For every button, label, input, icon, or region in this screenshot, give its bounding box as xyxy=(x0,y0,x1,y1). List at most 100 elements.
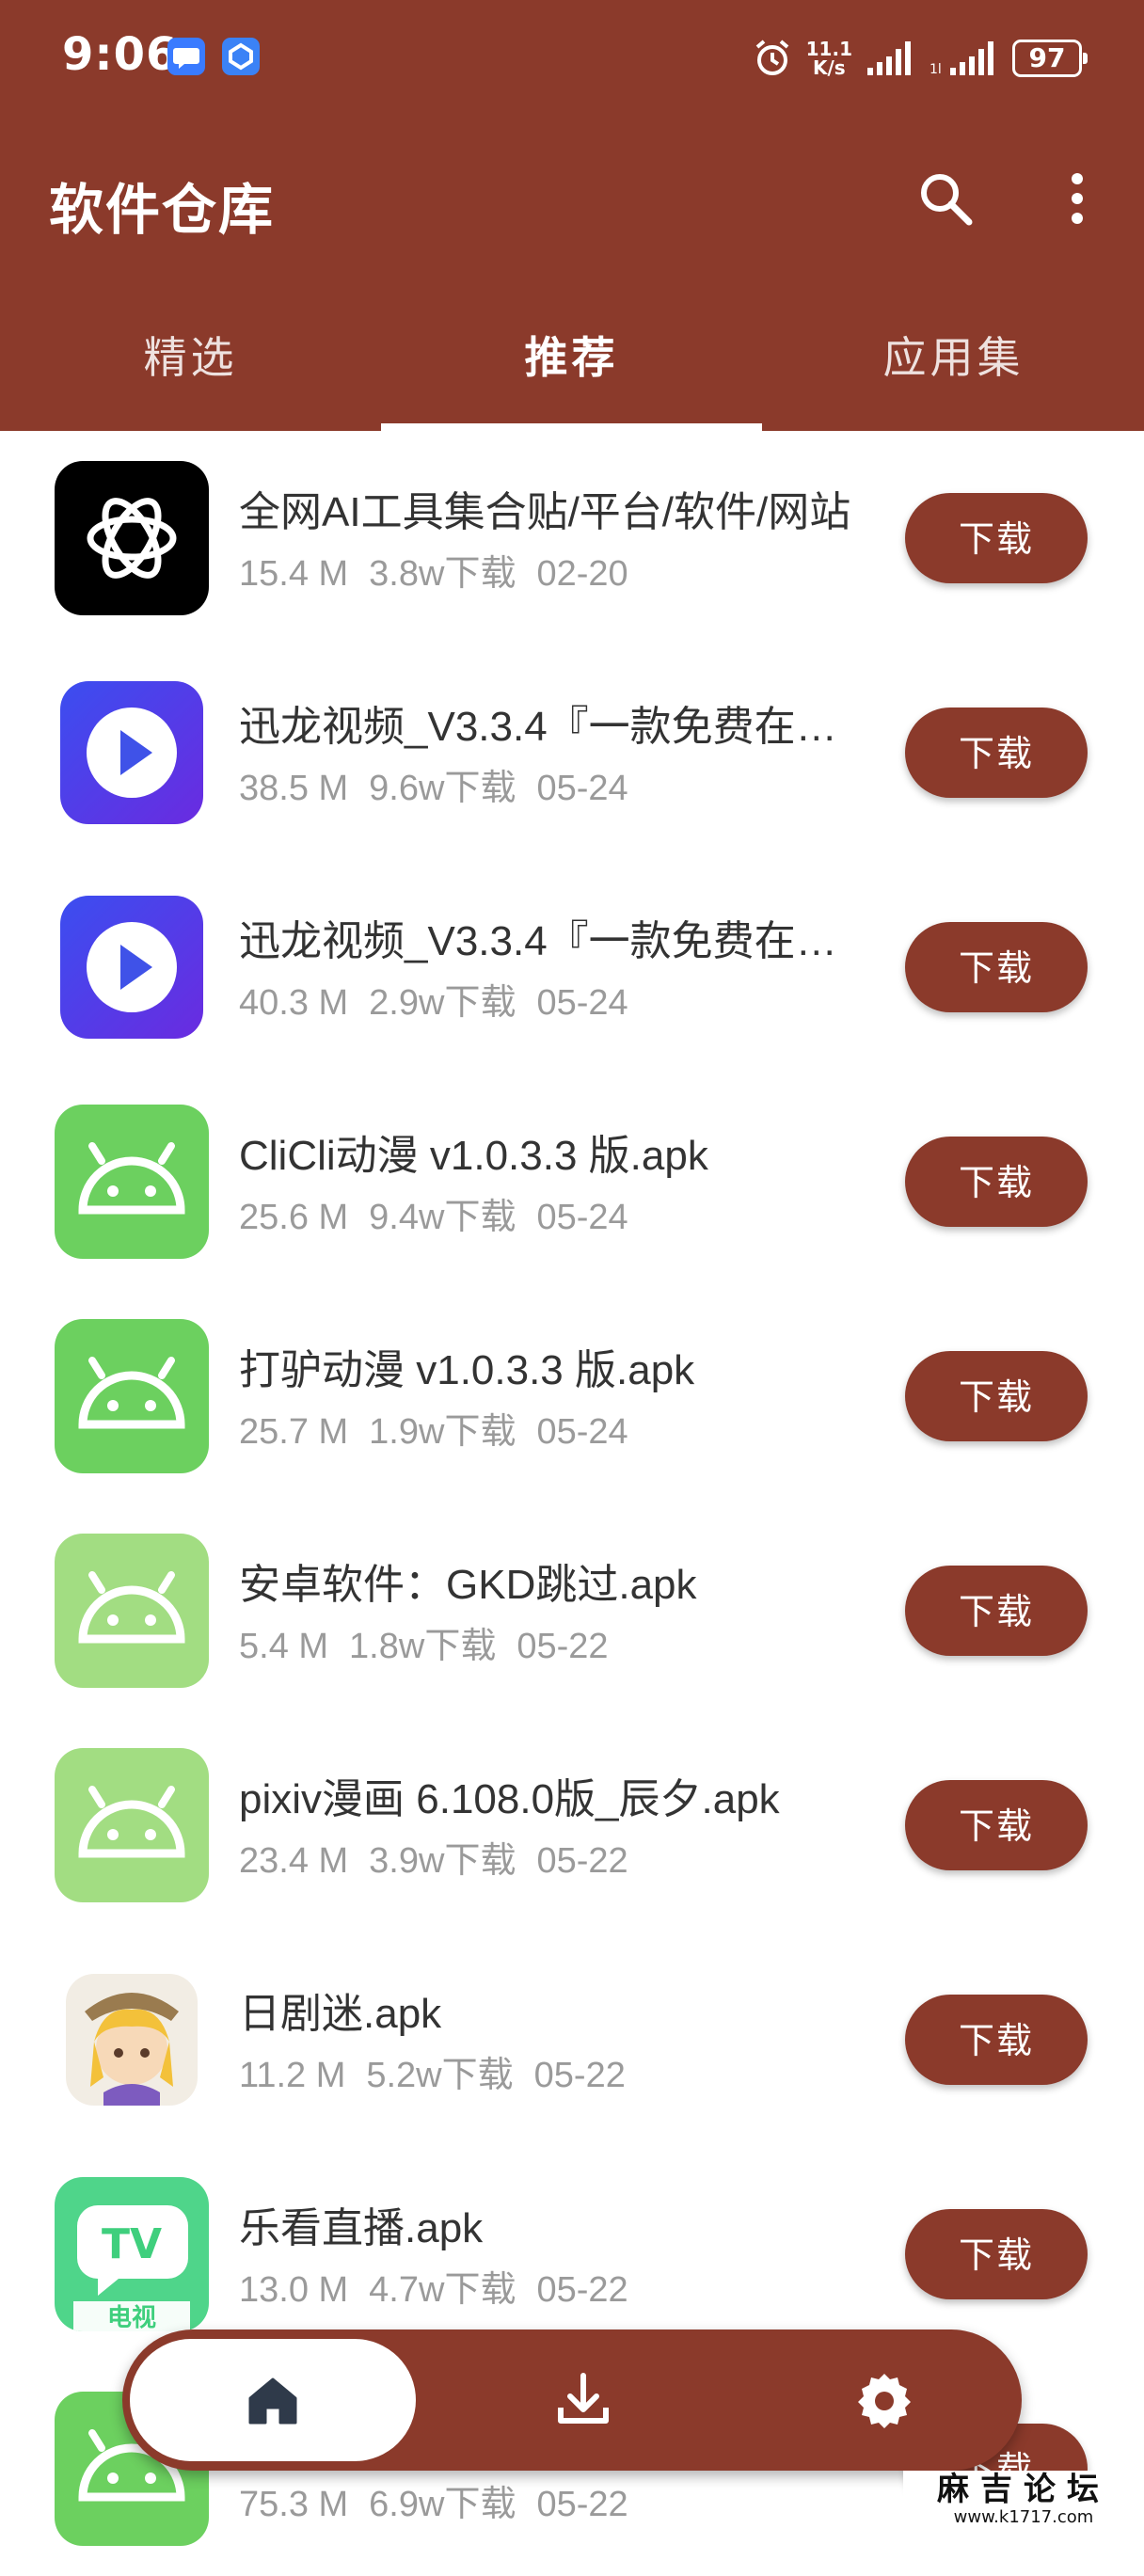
app-date: 05-24 xyxy=(536,983,628,1023)
download-button[interactable]: 下载 xyxy=(905,1780,1088,1870)
app-size: 11.2 M xyxy=(239,2056,346,2095)
svg-text:电视: 电视 xyxy=(107,2304,156,2331)
app-date: 02-20 xyxy=(536,554,628,594)
tab-indicator xyxy=(381,423,762,431)
app-meta: 23.4 M 3.9w下载 05-22 xyxy=(239,1831,649,1883)
app-meta: 75.3 M 6.9w下载 05-22 xyxy=(239,2474,649,2526)
app-name: 迅龙视频_V3.3.4『一款免费在线观影软件』 xyxy=(239,704,860,750)
app-date: 05-24 xyxy=(536,1412,628,1452)
app-meta: 25.7 M 1.9w下载 05-24 xyxy=(239,1402,649,1454)
app-downloads: 4.7w下载 xyxy=(369,2270,516,2310)
nav-download-button[interactable] xyxy=(480,2339,687,2461)
app-size: 40.3 M xyxy=(239,983,349,1023)
bottom-navigation xyxy=(122,2330,1022,2471)
download-button[interactable]: 下载 xyxy=(905,1566,1088,1656)
app-downloads: 5.2w下载 xyxy=(366,2056,514,2095)
app-date: 05-22 xyxy=(536,1841,628,1881)
battery-indicator: 97 xyxy=(1012,40,1088,77)
list-item[interactable]: 迅龙视频_V3.3.4『一款免费在线观影软件』 38.5 M 9.6w下载 05-2… xyxy=(0,645,1144,860)
signal-icon xyxy=(867,41,911,75)
watermark-title: 麻吉论坛 xyxy=(937,2471,1110,2508)
app-meta: 38.5 M 9.6w下载 05-24 xyxy=(239,758,649,810)
more-vert-icon xyxy=(1072,173,1083,224)
download-button[interactable]: 下载 xyxy=(905,708,1088,798)
forum-watermark: 麻吉论坛 www.k1717.com xyxy=(903,2471,1144,2529)
alarm-icon xyxy=(755,40,788,75)
app-meta: 11.2 M 5.2w下载 05-22 xyxy=(239,2045,646,2097)
app-title: 软件仓库 xyxy=(49,178,276,242)
list-item[interactable]: 全网AI工具集合贴/平台/软件/网站 15.4 M 3.8w下载 02-20 下载 xyxy=(0,431,1144,645)
download-button[interactable]: 下载 xyxy=(905,922,1088,1012)
app-name: pixiv漫画 6.108.0版_辰夕.apk xyxy=(239,1776,780,1822)
list-item[interactable]: CliCli动漫 v1.0.3.3 版.apk 25.6 M 9.4w下载 05-2… xyxy=(0,1074,1144,1289)
download-button[interactable]: 下载 xyxy=(905,2209,1088,2299)
more-options-button[interactable] xyxy=(1044,166,1110,231)
app-name: 打驴动漫 v1.0.3.3 版.apk xyxy=(239,1347,695,1393)
app-meta: 15.4 M 3.8w下载 02-20 xyxy=(239,544,649,596)
app-downloads: 9.4w下载 xyxy=(369,1198,516,1237)
app-downloads: 9.6w下载 xyxy=(369,769,516,808)
app-date: 05-24 xyxy=(536,1198,628,1237)
message-notification-icon xyxy=(167,38,205,75)
app-downloads: 6.9w下载 xyxy=(369,2485,516,2524)
app-size: 15.4 M xyxy=(239,554,349,594)
watermark-url: www.k1717.com xyxy=(953,2507,1094,2527)
download-button[interactable]: 下载 xyxy=(905,1995,1088,2085)
tab-featured[interactable]: 精选 xyxy=(0,310,381,431)
list-item[interactable]: pixiv漫画 6.108.0版_辰夕.apk 23.4 M 3.9w下载 05-2… xyxy=(0,1718,1144,1932)
settings-icon xyxy=(858,2374,911,2428)
list-item[interactable]: 日剧迷.apk 11.2 M 5.2w下载 05-22 下载 xyxy=(0,1932,1144,2147)
app-size: 5.4 M xyxy=(239,1627,329,1666)
app-date: 05-24 xyxy=(536,769,628,808)
app-meta: 40.3 M 2.9w下载 05-24 xyxy=(239,973,649,1025)
app-date: 05-22 xyxy=(516,1627,609,1666)
svg-text:TV: TV xyxy=(102,2220,162,2268)
nav-settings-button[interactable] xyxy=(781,2339,988,2461)
app-date: 05-22 xyxy=(533,2056,626,2095)
search-button[interactable] xyxy=(913,166,978,231)
app-downloads: 1.8w下载 xyxy=(349,1627,497,1666)
download-button[interactable]: 下载 xyxy=(905,1351,1088,1441)
app-meta: 5.4 M 1.8w下载 05-22 xyxy=(239,1616,629,1668)
play-icon xyxy=(60,681,203,824)
list-item[interactable]: 迅龙视频_V3.3.4『一款免费在线观影软件』 40.3 M 2.9w下载 05-2… xyxy=(0,860,1144,1074)
network-speed-unit: K/s xyxy=(812,56,846,79)
app-name: 乐看直播.apk xyxy=(239,2205,484,2251)
app-name: CliCli动漫 v1.0.3.3 版.apk xyxy=(239,1133,708,1179)
app-size: 23.4 M xyxy=(239,1841,349,1881)
home-icon xyxy=(248,2377,297,2425)
tv-icon: TV 电视 xyxy=(55,2177,209,2331)
app-size: 25.7 M xyxy=(239,1412,349,1452)
openai-icon xyxy=(55,461,209,615)
app-notification-icon xyxy=(222,38,260,75)
app-downloads: 3.8w下载 xyxy=(369,554,516,594)
tab-recommended[interactable]: 推荐 xyxy=(381,310,762,431)
status-right-group: 11.1 K/s 1l 97 xyxy=(752,32,1088,85)
app-downloads: 2.9w下载 xyxy=(369,983,516,1023)
download-button[interactable]: 下载 xyxy=(905,493,1088,583)
app-name: 迅龙视频_V3.3.4『一款免费在线观影软件』 xyxy=(239,918,860,964)
android-light-icon xyxy=(55,1748,209,1902)
android-light-icon xyxy=(55,1534,209,1688)
android-icon xyxy=(55,1105,209,1259)
list-item[interactable]: 安卓软件：GKD跳过.apk 5.4 M 1.8w下载 05-22 下载 xyxy=(0,1503,1144,1718)
app-header: 9:06 11.1 K/s 1l 97 软件仓库 精选 推荐 应用集 xyxy=(0,0,1144,431)
download-button[interactable]: 下载 xyxy=(905,1137,1088,1227)
list-item[interactable]: 打驴动漫 v1.0.3.3 版.apk 25.7 M 1.9w下载 05-24 下载 xyxy=(0,1289,1144,1503)
app-meta: 25.6 M 9.4w下载 05-24 xyxy=(239,1187,649,1239)
app-date: 05-22 xyxy=(536,2485,628,2524)
app-downloads: 3.9w下载 xyxy=(369,1841,516,1881)
app-meta: 13.0 M 4.7w下载 05-22 xyxy=(239,2260,649,2312)
app-date: 05-22 xyxy=(536,2270,628,2310)
play-icon xyxy=(60,896,203,1039)
app-name: 日剧迷.apk xyxy=(239,1991,442,2037)
search-icon xyxy=(921,174,973,226)
status-time: 9:06 xyxy=(62,28,179,81)
network-speed-value: 11.1 xyxy=(805,38,852,60)
tab-collections[interactable]: 应用集 xyxy=(763,310,1144,431)
app-name: 安卓软件：GKD跳过.apk xyxy=(239,1562,697,1608)
signal-2-icon: 1l xyxy=(930,41,993,77)
network-speed: 11.1 K/s xyxy=(806,40,852,77)
app-size: 25.6 M xyxy=(239,1198,349,1237)
nav-home-button[interactable] xyxy=(130,2339,416,2461)
